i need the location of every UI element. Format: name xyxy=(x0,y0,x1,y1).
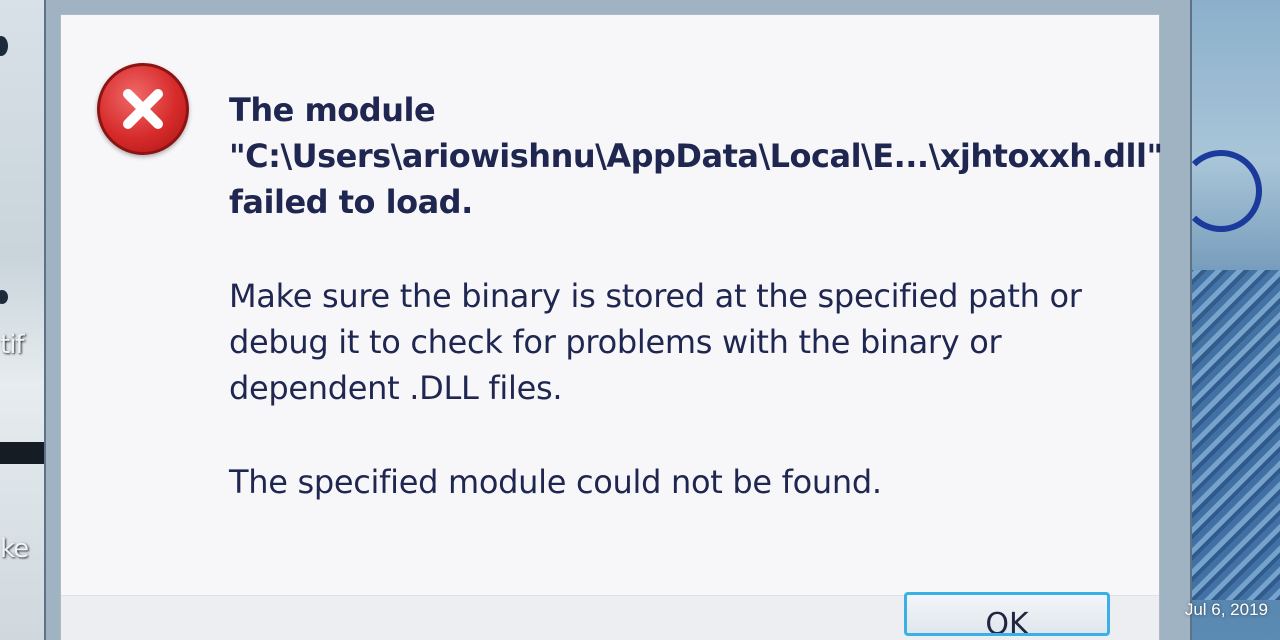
desktop-icon-label-fragment[interactable]: tif xyxy=(0,330,25,360)
error-dialog-body: The module "C:\Users\ariowishnu\AppData\… xyxy=(60,14,1163,640)
dialog-content-area: The module "C:\Users\ariowishnu\AppData\… xyxy=(61,15,1163,595)
photo-date-stamp: Jul 6, 2019 xyxy=(1184,600,1268,619)
desktop-left-edge: tif ke xyxy=(0,0,44,640)
ok-button[interactable]: OK xyxy=(904,592,1110,636)
desktop-icon-fragment[interactable] xyxy=(0,36,8,56)
error-advice-line: Make sure the binary is stored at the sp… xyxy=(229,277,1082,315)
error-heading: The module "C:\Users\ariowishnu\AppData\… xyxy=(229,87,1163,225)
error-detail: The specified module could not be found. xyxy=(229,463,882,501)
error-heading-line: failed to load. xyxy=(229,183,473,221)
module-path: "C:\Users\ariowishnu\AppData\Local\E...\… xyxy=(229,137,1163,175)
desktop-background-pattern xyxy=(1186,270,1280,600)
desktop-icon-fragment[interactable] xyxy=(0,290,8,304)
error-advice: Make sure the binary is stored at the sp… xyxy=(229,273,1082,411)
error-x-glyph xyxy=(123,89,163,129)
error-advice-line: dependent .DLL files. xyxy=(229,369,563,407)
desktop-ring-graphic xyxy=(1180,150,1262,232)
error-heading-line: The module xyxy=(229,91,436,129)
error-advice-line: debug it to check for problems with the … xyxy=(229,323,1002,361)
desktop-icon-label-fragment[interactable]: ke xyxy=(0,534,29,564)
desktop-dark-strip xyxy=(0,442,44,464)
screen: tif ke The module "C:\Users\ariowishnu\A… xyxy=(0,0,1280,640)
error-x-icon xyxy=(97,63,189,155)
error-dialog-window: The module "C:\Users\ariowishnu\AppData\… xyxy=(44,0,1192,640)
